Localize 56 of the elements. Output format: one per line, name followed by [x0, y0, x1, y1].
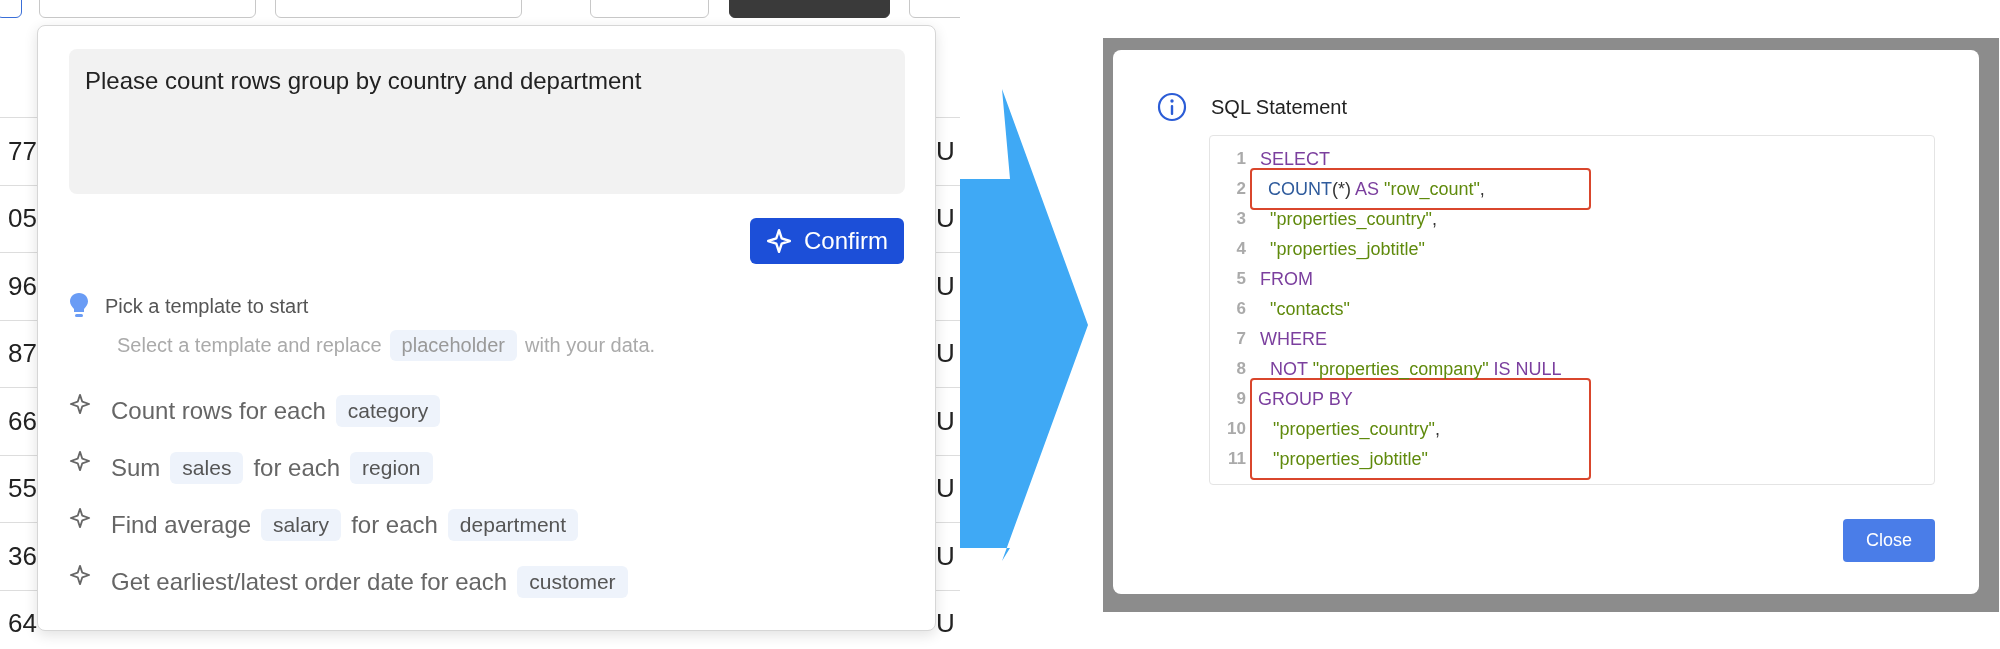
line-number: 5 [1235, 269, 1246, 289]
info-icon [1157, 92, 1187, 122]
table-cell-text: U [936, 473, 956, 505]
line-number: 9 [1235, 389, 1246, 409]
table-cell-text: U [936, 405, 956, 437]
code-line: "contacts" [1269, 298, 1350, 320]
code-line: "properties_country", [1272, 418, 1440, 440]
template-option[interactable]: Sum sales for each region [69, 448, 433, 488]
close-button[interactable]: Close [1843, 519, 1935, 562]
line-number: 8 [1235, 359, 1246, 379]
code-line: WHERE [1260, 328, 1327, 350]
line-number: 4 [1235, 239, 1246, 259]
sparkle-icon [69, 393, 91, 415]
line-number: 3 [1235, 209, 1246, 229]
table-cell-text: 36 [7, 540, 37, 572]
line-number: 7 [1235, 329, 1246, 349]
line-number: 11 [1227, 449, 1246, 469]
code-line: GROUP BY [1258, 388, 1353, 410]
code-line: NOT "properties_company" IS NULL [1269, 358, 1562, 380]
table-cell-text: U [936, 540, 956, 572]
table-cell-text: U [936, 338, 956, 370]
code-line: "properties_jobtitle" [1272, 448, 1428, 470]
sparkle-icon [69, 564, 91, 586]
line-number: 1 [1235, 149, 1246, 169]
line-number: 10 [1226, 419, 1246, 439]
prompt-field[interactable]: Please count rows group by country and department [69, 49, 905, 194]
code-line: "properties_jobtitle" [1269, 238, 1425, 260]
template-option[interactable]: Find average salary for each department [69, 505, 579, 545]
sparkle-icon [69, 507, 91, 529]
table-cell-text: U [936, 135, 956, 167]
table-cell-text: 55 [7, 473, 37, 505]
sparkle-icon [766, 228, 792, 254]
templates-hint: Select a template and replace placeholder with your data. [117, 330, 904, 361]
confirm-button[interactable]: Confirm [750, 218, 904, 264]
dialog-title: SQL Statement [1211, 95, 1347, 119]
table-cell-text: U [936, 608, 956, 640]
template-option[interactable]: Get earliest/latest order date for each customer [69, 562, 628, 602]
lightbulb-icon [69, 292, 89, 320]
table-cell-text: U [936, 203, 956, 235]
table-cell-text: 66 [7, 405, 37, 437]
sparkle-icon [69, 450, 91, 472]
code-line: SELECT [1260, 148, 1331, 170]
line-number: 2 [1235, 179, 1246, 199]
arrow-icon [960, 89, 1088, 561]
line-number: 6 [1235, 299, 1246, 319]
table-cell-text: 77 [7, 135, 37, 167]
table-cell-text: 96 [7, 270, 37, 302]
template-option[interactable]: Count rows for each category [69, 391, 441, 431]
table-cell-text: 05 [7, 203, 37, 235]
templates-heading: Pick a template to start [105, 294, 309, 318]
code-line: FROM [1260, 268, 1313, 290]
code-line: COUNT(*) AS "row_count", [1267, 178, 1485, 200]
table-cell-text: 64 [7, 608, 37, 640]
table-cell-text: U [936, 270, 956, 302]
code-line: "properties_country", [1269, 208, 1437, 230]
table-cell-text: 87 [7, 338, 37, 370]
